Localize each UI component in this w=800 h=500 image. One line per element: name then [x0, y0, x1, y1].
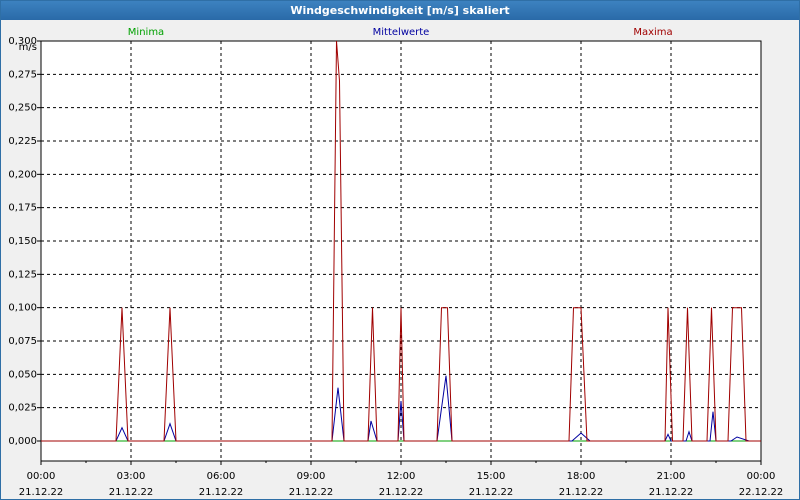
x-tick-time: 03:00 — [117, 471, 146, 482]
legend-maxima: Maxima — [633, 27, 672, 38]
y-tick-label: 0,050 — [8, 369, 37, 380]
x-tick-date: 21.12.22 — [559, 487, 604, 498]
y-tick-label: 0,275 — [8, 69, 37, 80]
x-tick-date: 21.12.22 — [649, 487, 694, 498]
y-tick-label: 0,100 — [8, 303, 37, 314]
legend-minima: Minima — [128, 27, 164, 38]
y-tick-label: 0,250 — [8, 103, 37, 114]
x-tick-time: 06:00 — [207, 471, 236, 482]
x-tick-date: 21.12.22 — [109, 487, 154, 498]
x-tick-date: 21.12.22 — [289, 487, 334, 498]
y-tick-label: 0,000 — [8, 436, 37, 447]
y-tick-label: 0,075 — [8, 336, 37, 347]
x-tick-time: 00:00 — [747, 471, 776, 482]
y-tick-label: 0,125 — [8, 269, 37, 280]
y-tick-label: 0,150 — [8, 236, 37, 247]
y-tick-label: 0,200 — [8, 169, 37, 180]
x-tick-time: 00:00 — [27, 471, 56, 482]
y-axis-ticks: 0,000 0,025 0,050 0,075 0,100 0,125 0,150 0,175… — [8, 36, 41, 447]
y-axis-label: m/s — [19, 42, 37, 53]
chart: 0,000 0,025 0,050 0,075 0,100 0,125 0,150 0,175… — [8, 27, 784, 498]
x-axis-ticks: 00:00 21.12.22 03:00 21.12.22 06:00 21.12.22 0… — [19, 461, 784, 498]
x-tick-time: 18:00 — [567, 471, 596, 482]
x-tick-time: 15:00 — [477, 471, 506, 482]
y-tick-label: 0,225 — [8, 136, 37, 147]
x-tick-date: 21.12.22 — [199, 487, 244, 498]
x-tick-time: 21:00 — [657, 471, 686, 482]
x-tick-date: 22.12.22 — [739, 487, 784, 498]
x-tick-time: 09:00 — [297, 471, 326, 482]
chart-window: Windgeschwindigkeit [m/s] skaliert 0,000… — [0, 0, 800, 500]
window-title: Windgeschwindigkeit [m/s] skaliert — [1, 1, 799, 20]
y-tick-label: 0,175 — [8, 203, 37, 214]
y-tick-label: 0,025 — [8, 403, 37, 414]
legend-mittelwerte: Mittelwerte — [373, 27, 430, 38]
x-tick-date: 21.12.22 — [379, 487, 424, 498]
x-tick-date: 21.12.22 — [19, 487, 64, 498]
x-tick-time: 12:00 — [387, 471, 416, 482]
x-tick-date: 21.12.22 — [469, 487, 514, 498]
